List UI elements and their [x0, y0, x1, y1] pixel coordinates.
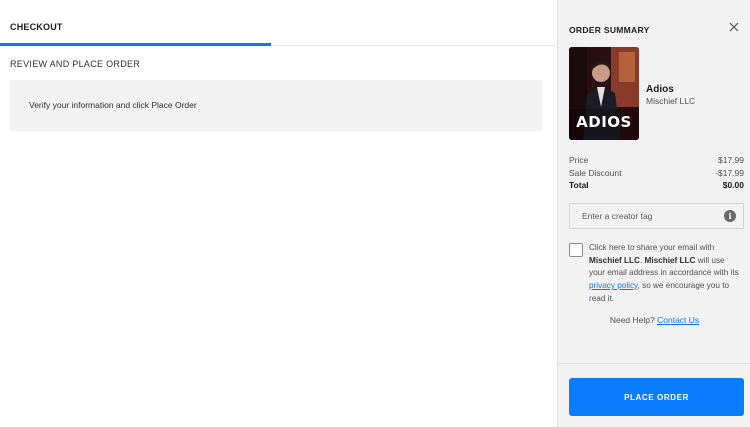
consent-publisher-name: Mischief LLC [644, 255, 696, 265]
product-cover-image: ADIOS [569, 47, 639, 140]
total-value: $0.00 [722, 180, 744, 190]
info-text: Verify your information and click Place … [29, 100, 197, 110]
price-label: Price [569, 155, 589, 165]
tab-checkout[interactable]: CHECKOUT [10, 22, 63, 32]
checkout-pane: CHECKOUT REVIEW AND PLACE ORDER Verify y… [0, 0, 556, 427]
product-publisher: Mischief LLC [646, 96, 696, 106]
help-line: Need Help? Contact Us [558, 315, 750, 325]
total-label: Total [569, 180, 589, 190]
consent-text-part: Click here to share your email with [589, 243, 715, 252]
contact-us-link[interactable]: Contact Us [657, 315, 699, 325]
tab-active-indicator [0, 43, 271, 46]
sale-discount-label: Sale Discount [569, 168, 622, 178]
info-icon[interactable]: i [724, 210, 736, 222]
creator-tag-input[interactable] [570, 204, 720, 228]
creator-tag-field: i [569, 203, 744, 229]
consent-publisher-name: Mischief LLC [589, 255, 640, 265]
price-value: $17.99 [718, 155, 744, 165]
sale-discount-value: -$17.99 [715, 168, 744, 178]
info-box: Verify your information and click Place … [10, 80, 542, 131]
help-prefix: Need Help? [609, 315, 658, 325]
checkout-tab-bar: CHECKOUT [0, 0, 556, 46]
place-order-button[interactable]: PLACE ORDER [569, 378, 744, 416]
order-summary-pane: ORDER SUMMARY ADIOS Adios Mischief LLC P… [557, 0, 750, 427]
share-email-consent-text: Click here to share your email with Misc… [589, 242, 741, 306]
privacy-policy-link[interactable]: privacy policy [589, 281, 638, 290]
close-button[interactable] [727, 20, 741, 34]
order-summary-title: ORDER SUMMARY [569, 25, 650, 35]
cover-title-text: ADIOS [576, 113, 632, 131]
product-name: Adios [646, 84, 674, 95]
footer-divider [558, 363, 750, 364]
share-email-checkbox[interactable] [569, 243, 583, 257]
close-icon [729, 22, 739, 32]
section-title: REVIEW AND PLACE ORDER [10, 59, 141, 69]
